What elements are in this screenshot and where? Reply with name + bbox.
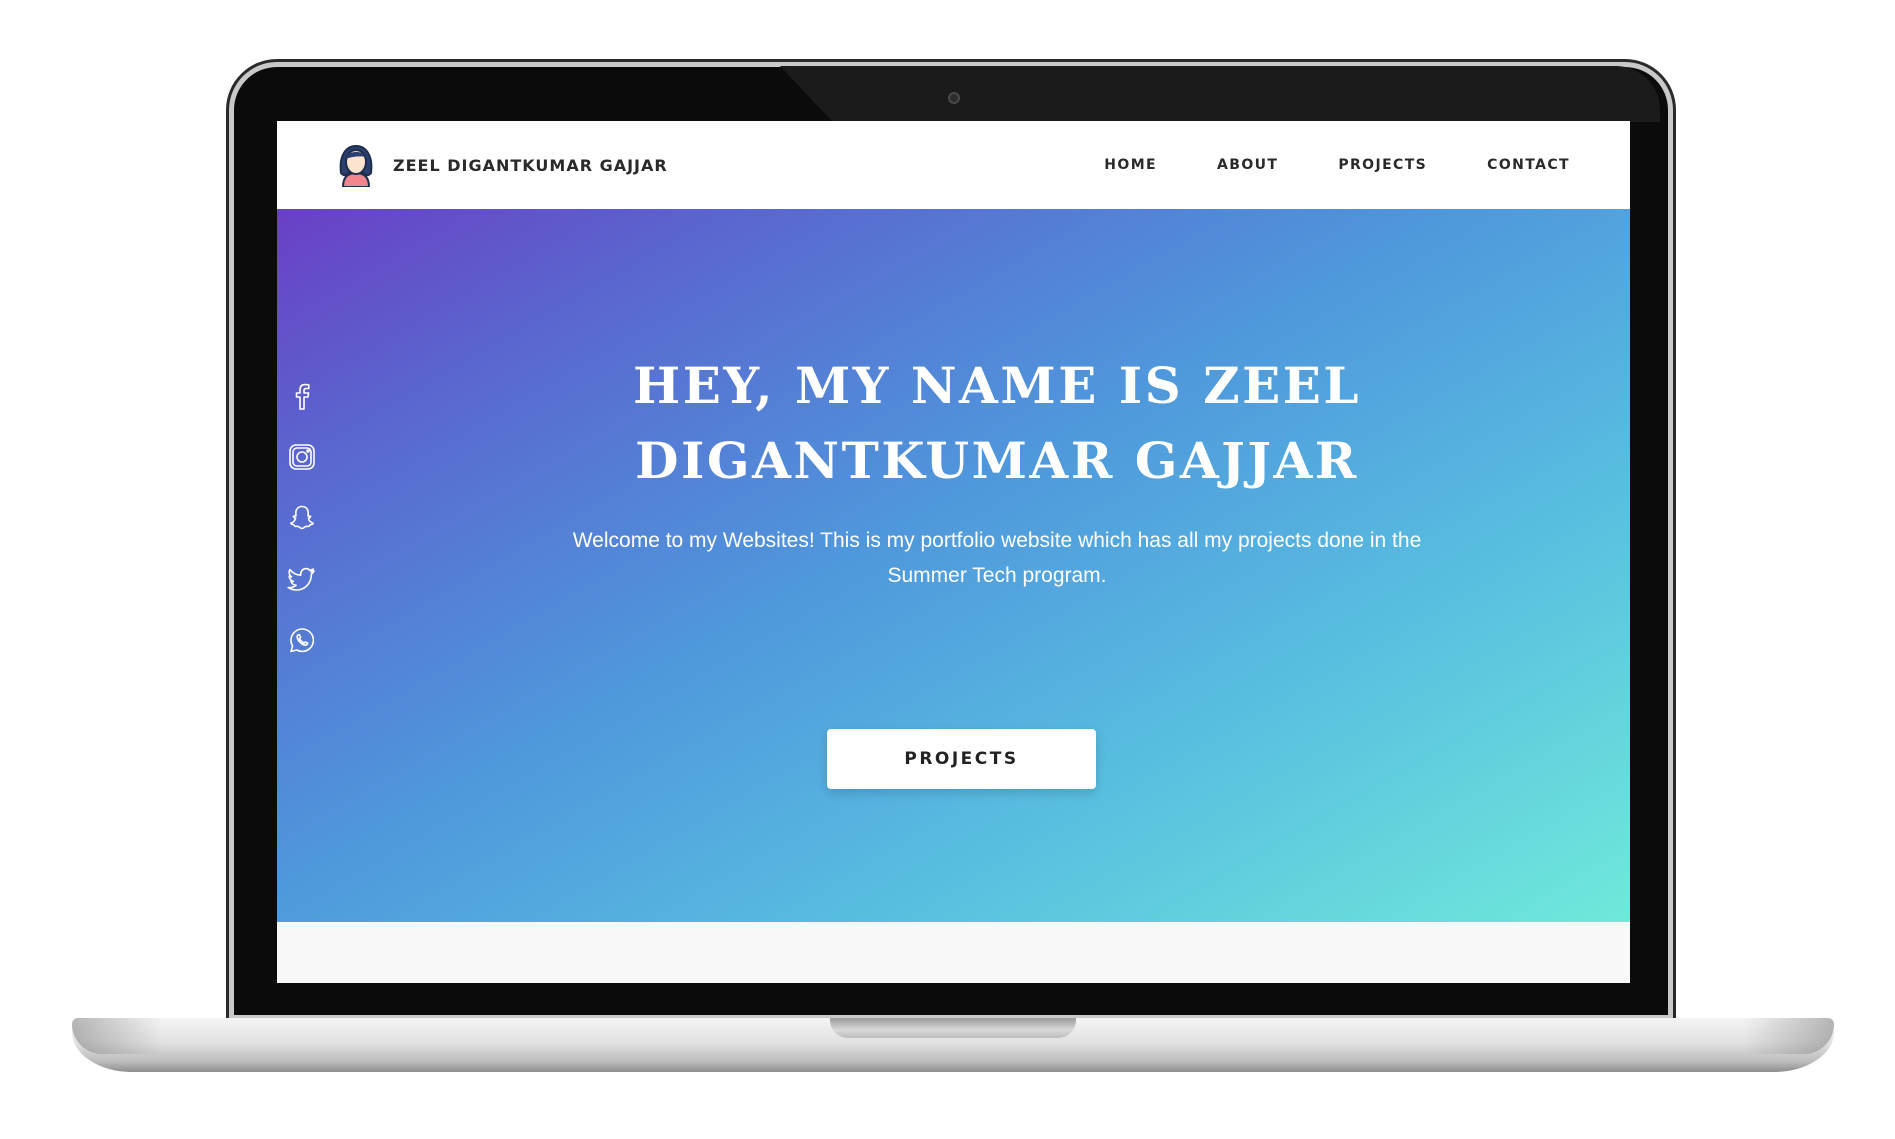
nav-projects[interactable]: PROJECTS xyxy=(1338,157,1427,173)
instagram-icon[interactable] xyxy=(287,442,317,472)
navbar: ZEEL DIGANTKUMAR GAJJAR HOME ABOUT PROJE… xyxy=(277,121,1630,209)
laptop-base-shade-left xyxy=(72,1018,162,1054)
hero-headline: HEY, MY NAME IS ZEEL DIGANTKUMAR GAJJAR xyxy=(632,356,1361,490)
nav-about[interactable]: ABOUT xyxy=(1217,157,1278,173)
nav-links: HOME ABOUT PROJECTS CONTACT xyxy=(1104,157,1570,173)
brand-name: ZEEL DIGANTKUMAR GAJJAR xyxy=(393,155,668,175)
twitter-icon[interactable] xyxy=(287,564,317,594)
laptop-base-shade-right xyxy=(1744,1018,1834,1054)
facebook-icon[interactable] xyxy=(287,381,317,411)
avatar-icon xyxy=(339,144,373,187)
brand[interactable]: ZEEL DIGANTKUMAR GAJJAR xyxy=(337,143,668,187)
whatsapp-icon[interactable] xyxy=(287,625,317,655)
social-links xyxy=(287,381,317,655)
hero-tagline: Welcome to my Websites! This is my portf… xyxy=(572,529,1422,587)
camera-icon xyxy=(948,92,960,104)
laptop-screen: ZEEL DIGANTKUMAR GAJJAR HOME ABOUT PROJE… xyxy=(277,121,1630,983)
laptop-notch xyxy=(830,1018,1076,1038)
snapchat-icon[interactable] xyxy=(287,503,317,533)
bezel-shade xyxy=(780,66,1660,122)
projects-button[interactable]: PROJECTS xyxy=(827,729,1096,789)
next-section xyxy=(277,922,1630,983)
hero-section: HEY, MY NAME IS ZEEL DIGANTKUMAR GAJJAR … xyxy=(277,209,1630,983)
nav-contact[interactable]: CONTACT xyxy=(1487,157,1570,173)
nav-home[interactable]: HOME xyxy=(1104,157,1157,173)
